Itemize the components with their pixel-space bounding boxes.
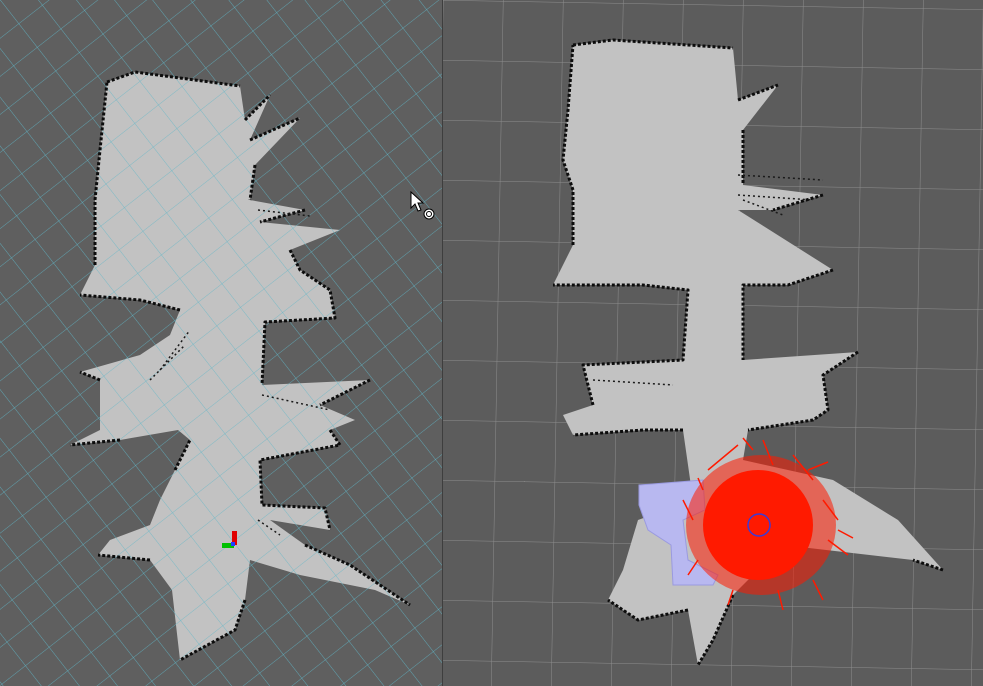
map-canvas-right[interactable] [443, 0, 983, 686]
map-viewport-right[interactable] [443, 0, 983, 686]
map-canvas-left[interactable] [0, 0, 442, 686]
arrow-cursor-icon [410, 191, 425, 212]
mouse-cursor [410, 191, 436, 221]
map-viewport-left[interactable] [0, 0, 442, 686]
rotate-icon [423, 208, 435, 220]
